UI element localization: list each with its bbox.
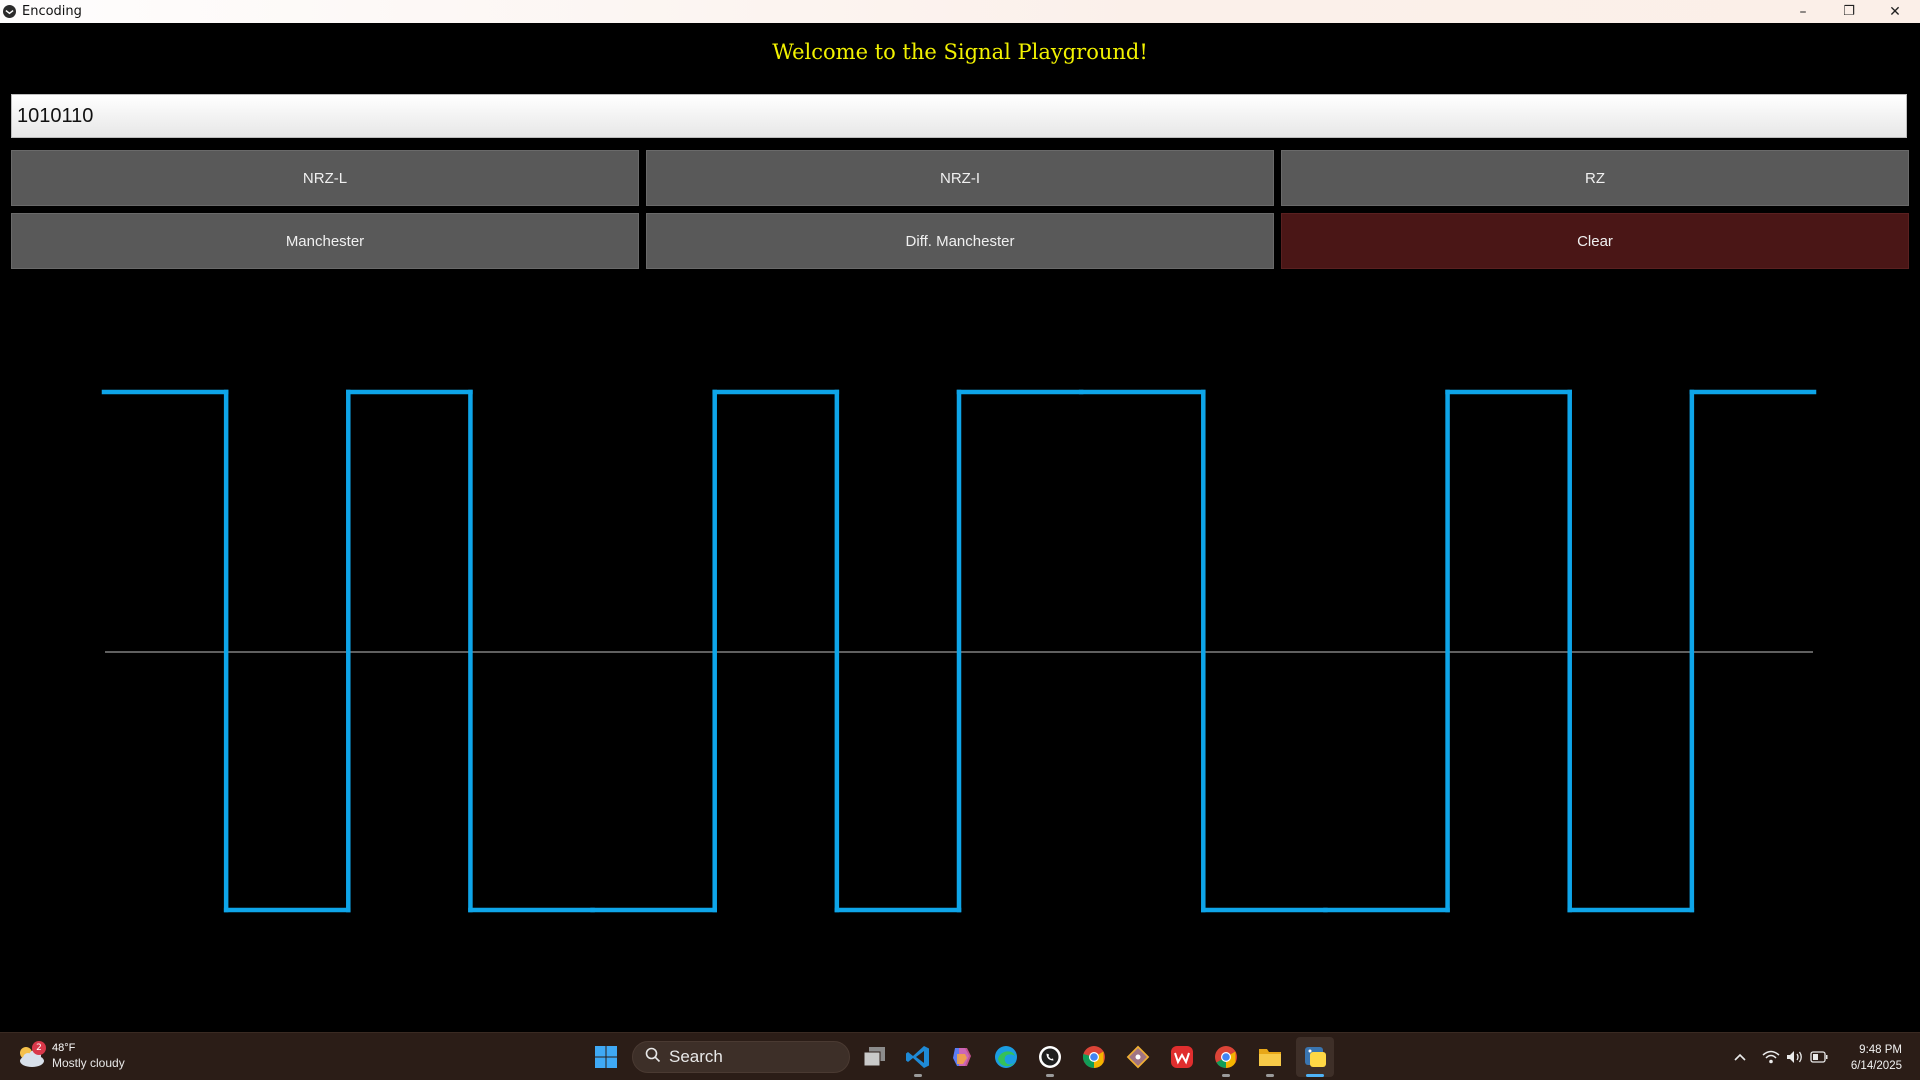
weather-temp: 48°F xyxy=(52,1042,76,1054)
whatsapp-icon[interactable] xyxy=(1035,1042,1065,1072)
battery-icon[interactable] xyxy=(1806,1043,1832,1071)
taskbar: 2 48°F Mostly cloudy Search 9:48 PM 6/14… xyxy=(0,1032,1920,1080)
edge-icon[interactable] xyxy=(991,1042,1021,1072)
vscode-icon[interactable] xyxy=(903,1042,933,1072)
vscode-running-indicator xyxy=(914,1074,922,1077)
wps-icon[interactable] xyxy=(1167,1042,1197,1072)
python-icon[interactable] xyxy=(1300,1042,1330,1072)
git-icon[interactable] xyxy=(1123,1042,1153,1072)
chrome-icon-2[interactable] xyxy=(1211,1042,1241,1072)
file-explorer-icon[interactable] xyxy=(1255,1042,1285,1072)
chrome-icon[interactable] xyxy=(1079,1042,1109,1072)
taskbar-search[interactable]: Search xyxy=(632,1041,850,1073)
waveform xyxy=(101,389,1817,913)
weather-cloud-icon: 2 xyxy=(16,1041,46,1069)
wifi-icon[interactable] xyxy=(1758,1043,1784,1071)
weather-widget[interactable]: 2 48°F Mostly cloudy xyxy=(16,1041,125,1071)
chevron-up-icon[interactable] xyxy=(1726,1043,1754,1071)
signal-plot xyxy=(101,389,1817,913)
whatsapp-running-indicator xyxy=(1046,1074,1054,1077)
search-icon xyxy=(645,1047,661,1067)
clock-time: 9:48 PM xyxy=(1859,1044,1902,1056)
copilot-icon[interactable] xyxy=(947,1042,977,1072)
search-label: Search xyxy=(669,1047,723,1066)
taskbar-clock[interactable]: 9:48 PM 6/14/2025 xyxy=(1851,1042,1902,1074)
explorer-running-indicator xyxy=(1266,1074,1274,1077)
volume-icon[interactable] xyxy=(1782,1043,1808,1071)
task-view-icon[interactable] xyxy=(860,1042,890,1072)
weather-condition: Mostly cloudy xyxy=(52,1056,125,1070)
windows-start-icon[interactable] xyxy=(591,1042,621,1072)
clock-date: 6/14/2025 xyxy=(1850,1060,1902,1072)
chrome-running-indicator xyxy=(1222,1074,1230,1077)
notification-badge: 2 xyxy=(32,1041,46,1055)
python-active-indicator xyxy=(1306,1074,1324,1077)
